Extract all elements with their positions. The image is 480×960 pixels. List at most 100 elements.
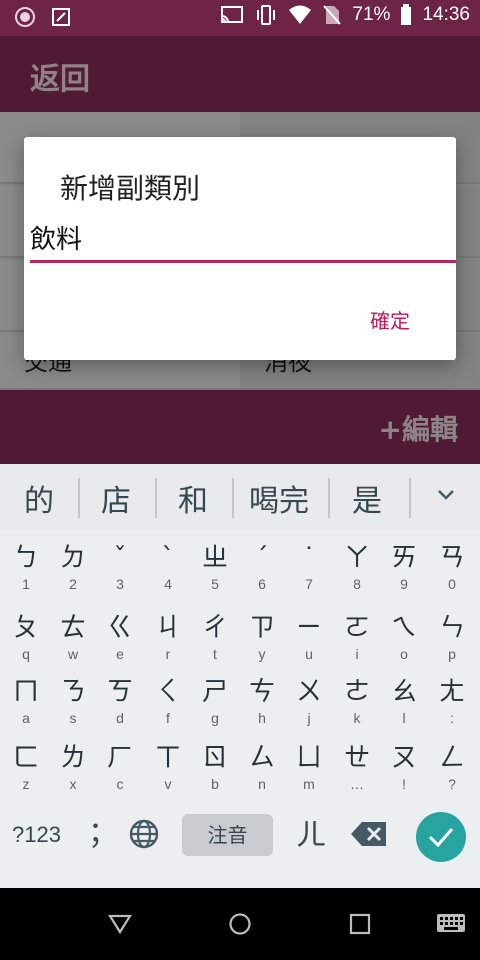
backspace-icon[interactable]	[350, 820, 388, 852]
key-6[interactable]: ˊ6	[238, 542, 286, 592]
divider	[78, 478, 80, 518]
home-circle-icon[interactable]	[228, 912, 252, 940]
key-hint: j	[307, 710, 311, 726]
battery-icon	[400, 4, 412, 26]
key-symbol: ㄞ	[390, 543, 417, 573]
key-hint: r	[165, 646, 171, 662]
key-hint: d	[116, 710, 124, 726]
key-a[interactable]: ㄇa	[2, 676, 50, 726]
key-…[interactable]: ㄝ…	[333, 742, 381, 792]
key-v[interactable]: ㄒv	[144, 742, 192, 792]
key-hint: n	[258, 776, 266, 792]
key-hint: 9	[400, 576, 408, 592]
key-l[interactable]: ㄠl	[380, 676, 428, 726]
key-hint: x	[69, 776, 77, 792]
key-hint: 3	[116, 576, 124, 592]
screenshot-icon	[50, 6, 72, 28]
cast-icon	[220, 4, 244, 26]
divider	[409, 478, 411, 518]
symbols-key[interactable]: ?123	[12, 822, 61, 848]
key-0[interactable]: ㄢ0	[428, 542, 476, 592]
globe-icon[interactable]	[128, 818, 160, 854]
zhuyin-keyboard: 的 店 和 喝完 是 ㄅ 1 ㄉ 2 ˇ 3 ˋ 4 ㄓ 5 ˊ 6 ˙ 7 ㄚ 8 ㄞ 9 ㄢ 0 ㄆ q ㄊ w ㄍ e ㄐ r ㄔ…	[0, 464, 480, 888]
key-hint: z	[22, 776, 30, 792]
key-j[interactable]: ㄨj	[285, 676, 333, 726]
key-4[interactable]: ˋ4	[144, 542, 192, 592]
key-symbol: ㄩ	[295, 743, 322, 773]
key-symbol: ㄍ	[106, 613, 133, 643]
suggestion-item[interactable]: 喝完	[249, 476, 309, 520]
back-triangle-icon[interactable]	[108, 912, 132, 940]
key-hint: :	[450, 710, 454, 726]
key-?[interactable]: ㄥ?	[428, 742, 476, 792]
key-x[interactable]: ㄌx	[49, 742, 97, 792]
key-8[interactable]: ㄚ8	[333, 542, 381, 592]
key-symbol: ˋ	[161, 543, 175, 573]
key-p[interactable]: ㄣp	[428, 612, 476, 662]
suggestion-item[interactable]: 和	[178, 476, 208, 520]
punctuation-key[interactable]: ；	[88, 808, 118, 852]
key-t[interactable]: ㄔt	[191, 612, 239, 662]
key-w[interactable]: ㄊw	[49, 612, 97, 662]
key-symbol: ㄐ	[154, 613, 181, 643]
key-![interactable]: ㄡ!	[380, 742, 428, 792]
key-symbol: ˇ	[113, 543, 127, 573]
er-key[interactable]: ㄦ	[296, 810, 326, 854]
key-u[interactable]: ㄧu	[285, 612, 333, 662]
key-symbol: ㄏ	[106, 743, 133, 773]
suggestion-item[interactable]: 是	[352, 476, 382, 520]
key-m[interactable]: ㄩm	[285, 742, 333, 792]
enter-key[interactable]	[416, 812, 466, 862]
key-g[interactable]: ㄕg	[191, 676, 239, 726]
confirm-button[interactable]: 確定	[370, 305, 410, 334]
key-hint: p	[448, 646, 456, 662]
key-c[interactable]: ㄏc	[96, 742, 144, 792]
space-key[interactable]: 注音	[182, 814, 273, 856]
key-2[interactable]: ㄉ2	[49, 542, 97, 592]
keyboard-icon[interactable]	[436, 912, 466, 940]
key-symbol: ㄇ	[12, 677, 39, 707]
key-7[interactable]: ˙ 7	[285, 542, 333, 592]
check-icon	[428, 828, 454, 848]
key-z[interactable]: ㄈz	[2, 742, 50, 792]
key-symbol: ㄨ	[295, 677, 322, 707]
key-hint: a	[22, 710, 30, 726]
key-hint: 5	[211, 576, 219, 592]
key-e[interactable]: ㄍe	[96, 612, 144, 662]
key-k[interactable]: ㄜk	[333, 676, 381, 726]
key-i[interactable]: ㄛi	[333, 612, 381, 662]
key-d[interactable]: ㄎd	[96, 676, 144, 726]
key-o[interactable]: ㄟo	[380, 612, 428, 662]
key-q[interactable]: ㄆq	[2, 612, 50, 662]
key-hint: w	[67, 646, 79, 662]
recents-square-icon[interactable]	[348, 912, 372, 940]
navigation-bar	[0, 888, 480, 960]
key-9[interactable]: ㄞ9	[380, 542, 428, 592]
chevron-down-icon[interactable]	[436, 484, 456, 508]
key-symbol: ㄈ	[12, 743, 39, 773]
key-hint: ?	[448, 776, 456, 792]
suggestion-item[interactable]: 店	[101, 476, 131, 520]
key-h[interactable]: ㄘh	[238, 676, 286, 726]
key-hint: 8	[353, 576, 361, 592]
key-b[interactable]: ㄖb	[191, 742, 239, 792]
key-symbol: ㄕ	[201, 677, 228, 707]
key-symbol: ㄓ	[201, 543, 228, 573]
key-hint: i	[355, 646, 359, 662]
key-s[interactable]: ㄋs	[49, 676, 97, 726]
key-y[interactable]: ㄗy	[238, 612, 286, 662]
key-hint: !	[402, 776, 406, 792]
key-symbol: ㄡ	[390, 743, 417, 773]
key-symbol: ㄝ	[343, 743, 370, 773]
key-5[interactable]: ㄓ5	[191, 542, 239, 592]
key-r[interactable]: ㄐr	[144, 612, 192, 662]
subcategory-input[interactable]: 飲料	[30, 219, 456, 263]
key-hint: h	[258, 710, 266, 726]
suggestion-item[interactable]: 的	[24, 476, 54, 520]
key-n[interactable]: ㄙn	[238, 742, 286, 792]
key-1[interactable]: ㄅ1	[2, 542, 50, 592]
key-3[interactable]: ˇ3	[96, 542, 144, 592]
key-f[interactable]: ㄑf	[144, 676, 192, 726]
key-:[interactable]: ㄤ:	[428, 676, 476, 726]
key-hint: 7	[305, 576, 313, 592]
